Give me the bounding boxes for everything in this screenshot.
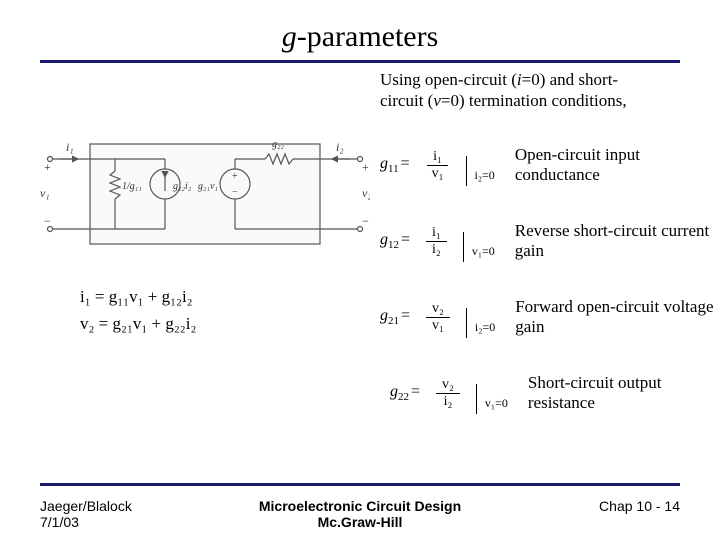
footer-right: Chap 10 - 14 [520, 498, 680, 514]
svg-text:−: − [362, 214, 369, 228]
svg-text:1/g₁₁: 1/g₁₁ [122, 181, 142, 192]
svg-text:−: − [232, 187, 238, 198]
footer: Jaeger/Blalock 7/1/03 Microelectronic Ci… [40, 498, 680, 530]
param-g22: g22= v₂i₂ v₁=0 Short-circuit output resi… [390, 373, 720, 414]
param-g11: g11= i₁v₁ i₂=0 Open-circuit input conduc… [380, 145, 715, 186]
model-equations: i₁ = g₁₁v₁ + g₁₂i₂ v₂ = g₂₁v₁ + g₂₂i₂ [80, 283, 196, 337]
divider-bottom [40, 483, 680, 486]
content-area: Using open-circuit (i=0) and short-circu… [0, 63, 720, 71]
param-g12: g12= i₁i₂ v₁=0 Reverse short-circuit cur… [380, 221, 715, 262]
svg-text:−: − [44, 214, 51, 228]
svg-text:i₂: i₂ [336, 140, 344, 154]
svg-text:g₁₂i₂: g₁₂i₂ [173, 181, 192, 192]
desc-g22: Short-circuit output resistance [528, 373, 720, 414]
page-title: g-parameters [0, 0, 720, 60]
svg-text:v₁: v₁ [40, 186, 50, 200]
svg-text:g₂₂: g₂₂ [272, 139, 284, 150]
footer-center: Microelectronic Circuit Design Mc.Graw-H… [200, 498, 520, 530]
footer-date: 7/1/03 [40, 514, 200, 530]
desc-g12: Reverse short-circuit current gain [515, 221, 715, 262]
footer-left: Jaeger/Blalock 7/1/03 [40, 498, 200, 530]
svg-text:+: + [232, 171, 238, 182]
footer-book1: Microelectronic Circuit Design [200, 498, 520, 514]
param-g21: g21= v₂v₁ i₂=0 Forward open-circuit volt… [380, 297, 715, 338]
footer-book2: Mc.Graw-Hill [200, 514, 520, 530]
eq-v2: v₂ = g₂₁v₁ + g₂₂i₂ [80, 310, 196, 337]
svg-text:i₁: i₁ [66, 140, 74, 154]
footer-author: Jaeger/Blalock [40, 498, 200, 514]
svg-text:g₂₁v₁: g₂₁v₁ [198, 181, 218, 192]
desc-g11: Open-circuit input conductance [515, 145, 715, 186]
footer-page: Chap 10 - 14 [520, 498, 680, 514]
title-rest: -parameters [297, 20, 439, 53]
svg-text:+: + [44, 160, 51, 174]
intro-text: Using open-circuit (i=0) and short-circu… [380, 69, 660, 112]
desc-g21: Forward open-circuit voltage gain [515, 297, 715, 338]
svg-text:v₂: v₂ [362, 186, 370, 200]
circuit-diagram: i₁ i₂ v₁ v₂ + − + − 1/g₁₁ g₁₂i₂ g₂₁v₁ + … [40, 119, 370, 269]
svg-text:+: + [362, 160, 369, 174]
eq-i1: i₁ = g₁₁v₁ + g₁₂i₂ [80, 283, 196, 310]
title-prefix: g [282, 20, 297, 53]
